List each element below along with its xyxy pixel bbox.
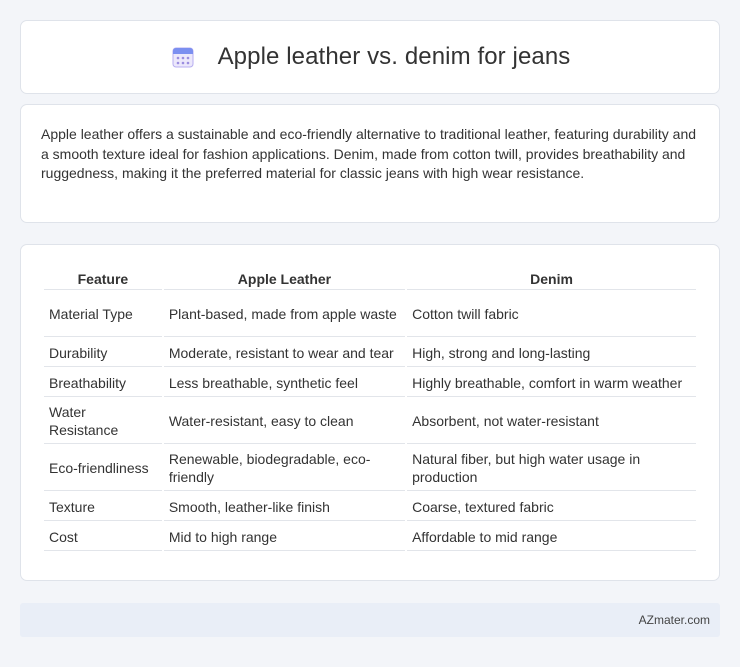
table-row: Eco-friendliness Renewable, biodegradabl… <box>44 446 696 491</box>
denim-cell: Cotton twill fabric <box>407 292 696 337</box>
header-feature: Feature <box>44 267 162 290</box>
table-header-row: Feature Apple Leather Denim <box>44 267 696 290</box>
apple-leather-cell: Renewable, biodegradable, eco-friendly <box>163 446 406 491</box>
feature-cell: Breathability <box>44 369 162 397</box>
title-card: Apple leather vs. denim for jeans <box>20 20 720 94</box>
table-row: Breathability Less breathable, synthetic… <box>44 369 696 397</box>
apple-leather-cell: Mid to high range <box>163 523 406 551</box>
header-apple-leather: Apple Leather <box>163 267 406 290</box>
apple-leather-cell: Plant-based, made from apple waste <box>163 292 406 337</box>
title-wrap: Apple leather vs. denim for jeans <box>170 43 571 71</box>
apple-leather-cell: Smooth, leather-like finish <box>163 493 406 521</box>
feature-cell: Durability <box>44 339 162 367</box>
denim-cell: Absorbent, not water-resistant <box>407 399 696 444</box>
footer-bar: AZmater.com <box>20 603 720 637</box>
comparison-card: Feature Apple Leather Denim Material Typ… <box>20 244 720 581</box>
denim-cell: Affordable to mid range <box>407 523 696 551</box>
denim-cell: High, strong and long-lasting <box>407 339 696 367</box>
table-row: Durability Moderate, resistant to wear a… <box>44 339 696 367</box>
comparison-table: Feature Apple Leather Denim Material Typ… <box>42 265 698 553</box>
table-row: Texture Smooth, leather-like finish Coar… <box>44 493 696 521</box>
feature-cell: Material Type <box>44 292 162 337</box>
calendar-icon <box>170 44 196 70</box>
description-card: Apple leather offers a sustainable and e… <box>20 104 720 223</box>
apple-leather-cell: Less breathable, synthetic feel <box>163 369 406 397</box>
denim-cell: Highly breathable, comfort in warm weath… <box>407 369 696 397</box>
apple-leather-cell: Water-resistant, easy to clean <box>163 399 406 444</box>
denim-cell: Coarse, textured fabric <box>407 493 696 521</box>
feature-cell: Water Resistance <box>44 399 162 444</box>
header-denim: Denim <box>407 267 696 290</box>
page-title: Apple leather vs. denim for jeans <box>217 43 571 70</box>
footer-brand[interactable]: AZmater.com <box>639 613 710 627</box>
table-row: Cost Mid to high range Affordable to mid… <box>44 523 696 551</box>
description-text: Apple leather offers a sustainable and e… <box>41 126 697 181</box>
feature-cell: Cost <box>44 523 162 551</box>
denim-cell: Natural fiber, but high water usage in p… <box>407 446 696 491</box>
table-row: Water Resistance Water-resistant, easy t… <box>44 399 696 444</box>
feature-cell: Eco-friendliness <box>44 446 162 491</box>
apple-leather-cell: Moderate, resistant to wear and tear <box>163 339 406 367</box>
feature-cell: Texture <box>44 493 162 521</box>
table-row: Material Type Plant-based, made from app… <box>44 292 696 337</box>
